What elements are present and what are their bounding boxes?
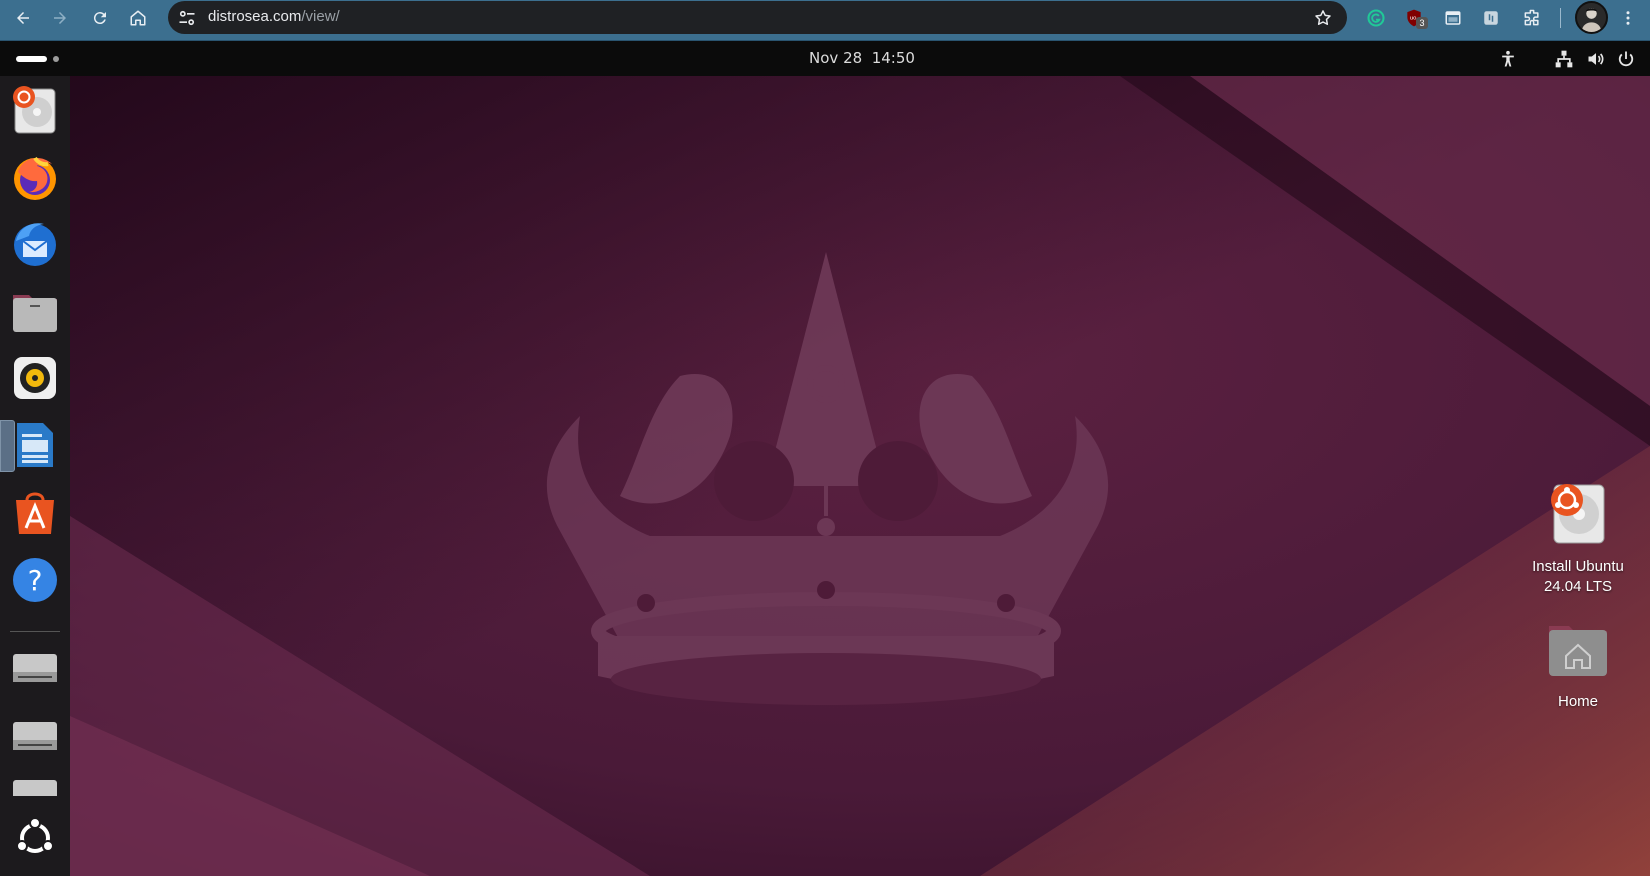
home-desktop-icon[interactable]: Home (1523, 616, 1633, 712)
grammarly-extension[interactable] (1364, 6, 1388, 30)
network-icon[interactable] (1554, 49, 1574, 69)
tab-extension[interactable] (1441, 6, 1465, 30)
home-label: Home (1557, 693, 1598, 710)
dock-help[interactable]: ? (10, 555, 60, 605)
profile-icon (1577, 3, 1606, 32)
url-host: distrosea.com (208, 8, 302, 25)
back-icon (17, 12, 29, 24)
noble-numbat-wallpaper (0, 76, 1650, 876)
rhythmbox-icon (14, 357, 56, 399)
dock-thunderbird[interactable] (10, 219, 60, 269)
dock-drive-1[interactable] (10, 642, 60, 692)
ubuntu-dock: ? (0, 76, 70, 876)
dock-libreoffice-writer[interactable] (10, 420, 60, 470)
clock[interactable]: Nov 28 14:50 (0, 41, 1650, 76)
grammarly-icon (1367, 9, 1385, 27)
drive-icon (13, 780, 57, 796)
firefox-icon (14, 156, 56, 200)
power-icon[interactable] (1616, 49, 1636, 69)
app-center-icon (16, 492, 54, 534)
dock-drive-2[interactable] (10, 710, 60, 760)
clock-date: Nov 28 (809, 49, 863, 67)
desktop[interactable]: Install Ubuntu 24.04 LTS Home (0, 76, 1650, 876)
ubuntu-installer-icon (1551, 484, 1605, 544)
dock-firefox[interactable] (10, 152, 60, 202)
dock-ubuntu-installer[interactable] (10, 85, 60, 135)
install-ubuntu-label: Install Ubuntu 24.04 LTS (1523, 557, 1633, 597)
accessibility-icon[interactable] (1498, 49, 1518, 69)
screenshot-icon (1484, 11, 1498, 25)
dock-show-apps[interactable] (10, 813, 60, 863)
reload-icon (93, 12, 106, 25)
toolbar-divider (1560, 8, 1561, 28)
back-button[interactable] (10, 5, 36, 31)
address-bar[interactable]: distrosea.com/view/ (168, 1, 1347, 34)
ubuntu-installer-icon (13, 86, 56, 134)
site-info-icon[interactable] (177, 8, 197, 28)
install-ubuntu-label-line1: Install Ubuntu (1532, 558, 1624, 575)
bookmark-star-icon[interactable] (1313, 8, 1333, 28)
dock-separator (10, 631, 60, 632)
extensions-icon (1524, 9, 1539, 26)
dock-drag-handle[interactable] (0, 420, 15, 472)
ublock-badge: 3 (1416, 17, 1428, 29)
menu-icon (1626, 11, 1630, 25)
drive-icon (13, 654, 57, 682)
profile-avatar[interactable] (1575, 1, 1608, 34)
home-button[interactable] (125, 5, 151, 31)
dock-app-center[interactable] (10, 488, 60, 538)
home-folder-icon (1549, 626, 1607, 676)
tab-icon (1445, 11, 1461, 25)
help-icon: ? (13, 558, 57, 602)
dock-files[interactable] (10, 286, 60, 336)
top-panel: Nov 28 14:50 (0, 41, 1650, 76)
screenshot-extension[interactable] (1479, 6, 1503, 30)
reload-button[interactable] (87, 5, 113, 31)
forward-icon (54, 12, 66, 24)
files-icon (13, 295, 57, 332)
install-ubuntu-label-line2: 24.04 LTS (1543, 578, 1613, 595)
url-text[interactable]: distrosea.com/view/ (208, 8, 340, 25)
libreoffice-writer-icon (17, 423, 53, 467)
volume-icon[interactable] (1586, 49, 1606, 69)
drive-icon (13, 722, 57, 750)
clock-time: 14:50 (871, 49, 915, 67)
show-apps-icon (16, 817, 54, 853)
extensions-button[interactable] (1520, 6, 1544, 30)
url-path: /view/ (301, 8, 340, 25)
chrome-menu-button[interactable] (1615, 5, 1641, 31)
dock-rhythmbox[interactable] (10, 353, 60, 403)
install-ubuntu-desktop-icon[interactable]: Install Ubuntu 24.04 LTS (1523, 481, 1633, 597)
browser-toolbar: distrosea.com/view/ uo 3 (0, 0, 1650, 41)
home-icon (130, 10, 146, 26)
forward-button[interactable] (47, 5, 73, 31)
dock-drive-3[interactable] (10, 768, 60, 796)
svg-text:?: ? (28, 564, 43, 597)
thunderbird-icon (14, 223, 56, 266)
